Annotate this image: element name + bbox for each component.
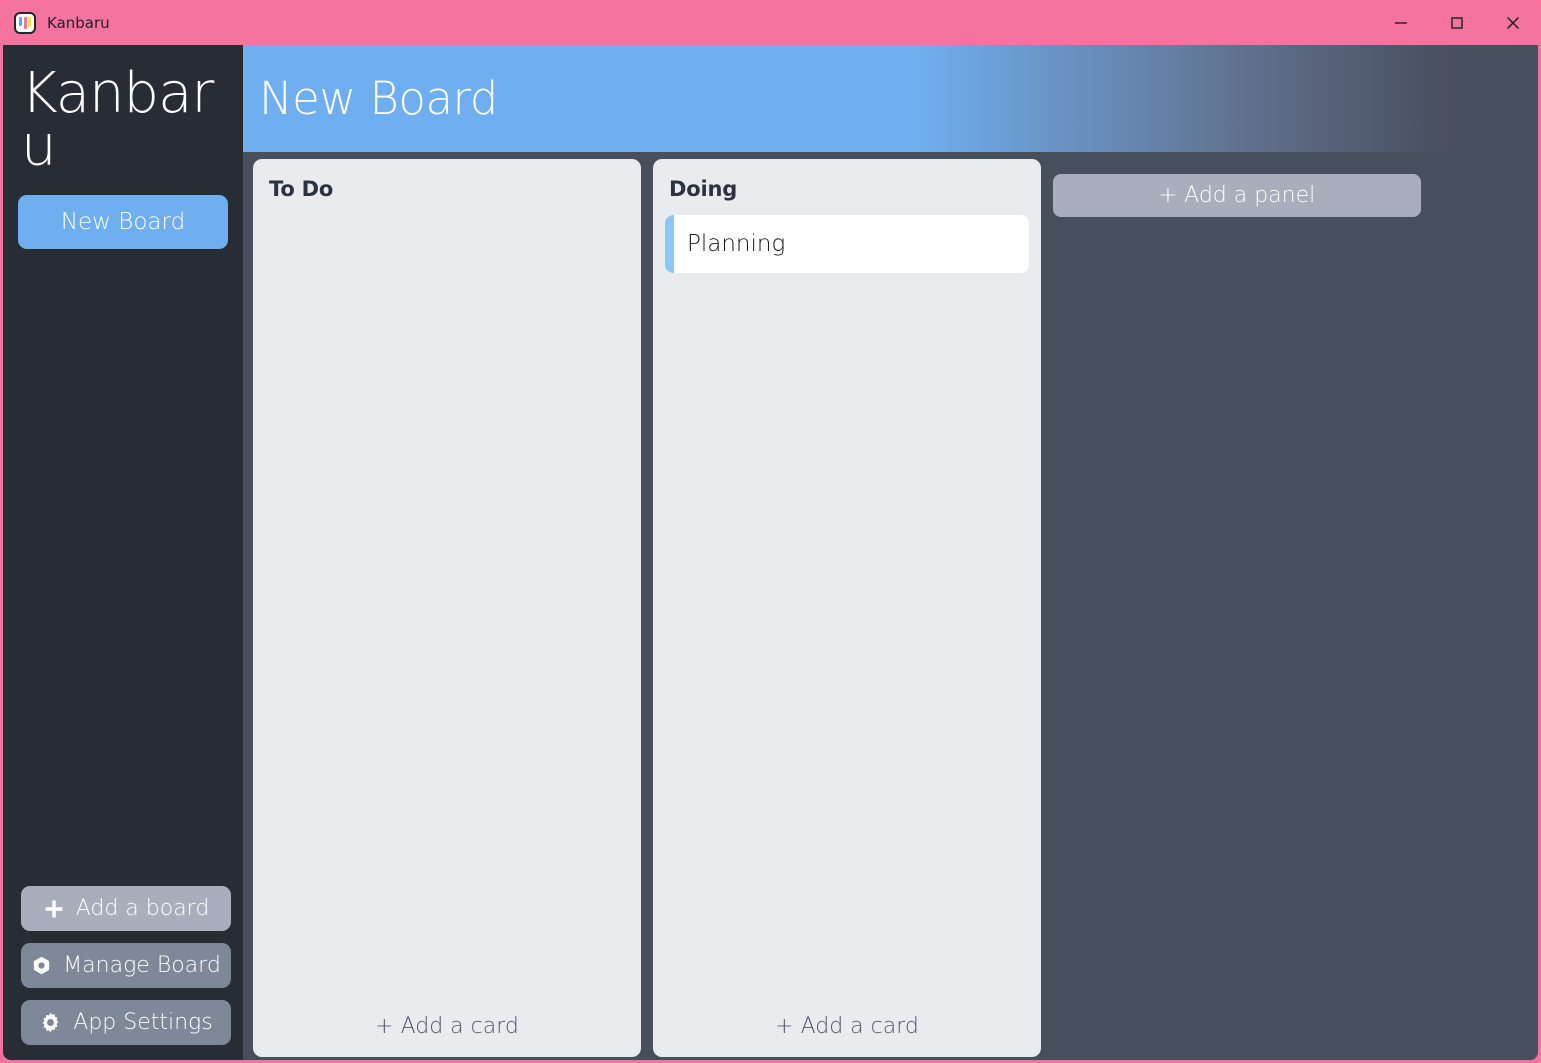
add-a-board-button[interactable]: Add a board [21, 886, 231, 931]
hexagon-nut-icon [31, 955, 52, 976]
panel-doing: Doing Planning + Add a card [653, 159, 1041, 1057]
panel-card-list[interactable]: Planning [653, 201, 1041, 995]
add-a-card-button[interactable]: + Add a card [253, 995, 641, 1057]
sidebar-actions: Add a board Manage Board App Settings [3, 886, 243, 1060]
window-content: Kanbaru New Board Add a board Manage Boa… [3, 45, 1538, 1060]
plus-icon [43, 898, 65, 920]
panel-to-do: To Do + Add a card [253, 159, 641, 1057]
board-area: New Board To Do + Add a card Doing Plann… [243, 45, 1538, 1060]
card-planning[interactable]: Planning [665, 215, 1029, 273]
manage-board-button[interactable]: Manage Board [21, 943, 231, 988]
title-bar: Kanbaru [0, 0, 1541, 45]
panel-card-list[interactable] [253, 201, 641, 995]
panels-row: To Do + Add a card Doing Planning + Add … [243, 152, 1538, 1060]
maximize-icon[interactable] [1429, 0, 1485, 45]
card-label: Planning [687, 231, 786, 257]
board-header: New Board [243, 45, 1538, 152]
app-settings-button[interactable]: App Settings [21, 1000, 231, 1045]
title-bar-left: Kanbaru [0, 11, 1373, 34]
page-title: New Board [259, 72, 498, 125]
panel-title: To Do [269, 177, 334, 201]
sidebar: Kanbaru New Board Add a board Manage Boa… [3, 45, 243, 1060]
sidebar-item-label: New Board [60, 209, 186, 236]
app-window: Kanbaru Kanbaru New Board Add a board Ma… [0, 0, 1541, 1063]
app-title: Kanbaru [47, 13, 110, 32]
add-a-panel-button[interactable]: + Add a panel [1053, 174, 1421, 217]
add-a-board-label: Add a board [75, 896, 210, 921]
app-settings-label: App Settings [73, 1010, 213, 1035]
card-accent-bar [665, 215, 674, 273]
panel-title: Doing [669, 177, 738, 201]
gear-icon [39, 1011, 62, 1034]
add-a-card-button[interactable]: + Add a card [653, 995, 1041, 1057]
sidebar-item-new-board[interactable]: New Board [18, 195, 228, 250]
close-icon[interactable] [1485, 0, 1541, 45]
manage-board-label: Manage Board [63, 953, 221, 978]
minimize-icon[interactable] [1373, 0, 1429, 45]
app-logo: Kanbaru [21, 61, 214, 180]
kanban-board-icon [14, 11, 36, 34]
